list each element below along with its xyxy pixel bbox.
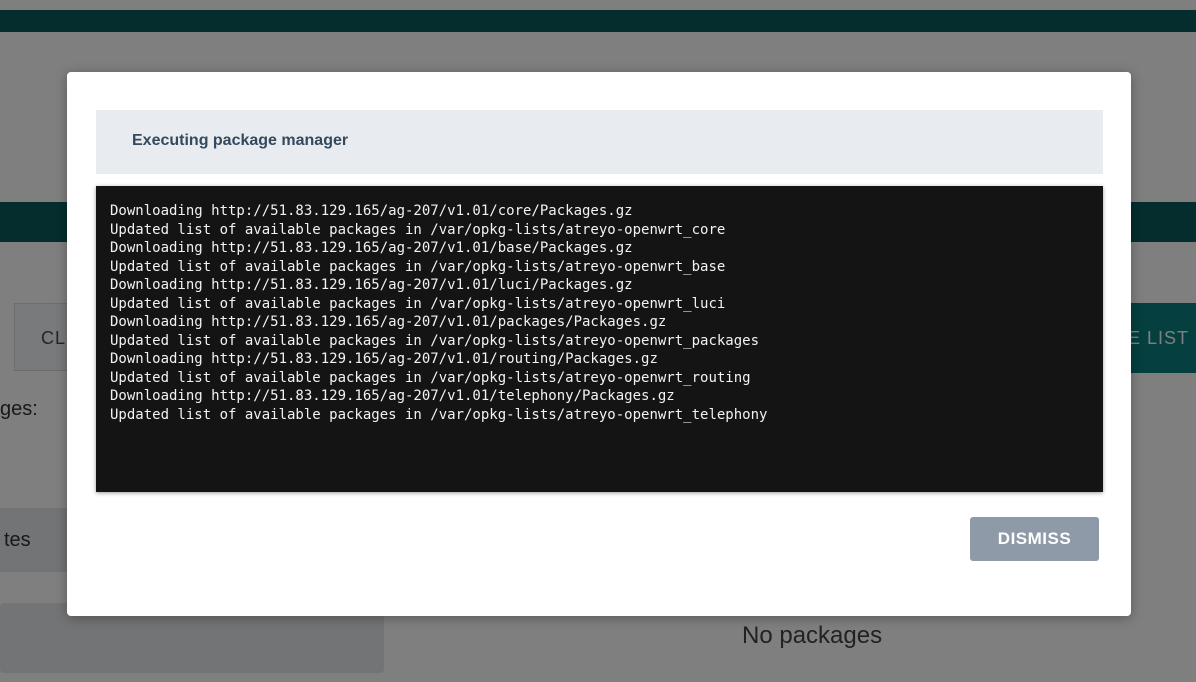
dialog-header: Executing package manager	[96, 110, 1103, 174]
dismiss-button[interactable]: DISMISS	[970, 517, 1099, 561]
console-line: Updated list of available packages in /v…	[110, 332, 760, 349]
console-line: Updated list of available packages in /v…	[110, 406, 768, 423]
console-line: Updated list of available packages in /v…	[110, 369, 751, 386]
console-line: Downloading http://51.83.129.165/ag-207/…	[110, 240, 633, 256]
console-line: Updated list of available packages in /v…	[110, 221, 726, 238]
console-line: Downloading http://51.83.129.165/ag-207/…	[110, 314, 667, 330]
console-line: Updated list of available packages in /v…	[110, 258, 726, 275]
page: CL E LIST ges: tes No packages Executing…	[0, 0, 1196, 682]
console-output: Downloading http://51.83.129.165/ag-207/…	[96, 186, 1103, 492]
console-line: Downloading http://51.83.129.165/ag-207/…	[110, 388, 675, 404]
console-line: Downloading http://51.83.129.165/ag-207/…	[110, 203, 633, 219]
console-line: Downloading http://51.83.129.165/ag-207/…	[110, 277, 633, 293]
console-line: Downloading http://51.83.129.165/ag-207/…	[110, 351, 658, 367]
dialog-title: Executing package manager	[132, 132, 349, 149]
console-line: Updated list of available packages in /v…	[110, 295, 726, 312]
package-manager-dialog: Executing package manager Downloading ht…	[67, 72, 1131, 616]
